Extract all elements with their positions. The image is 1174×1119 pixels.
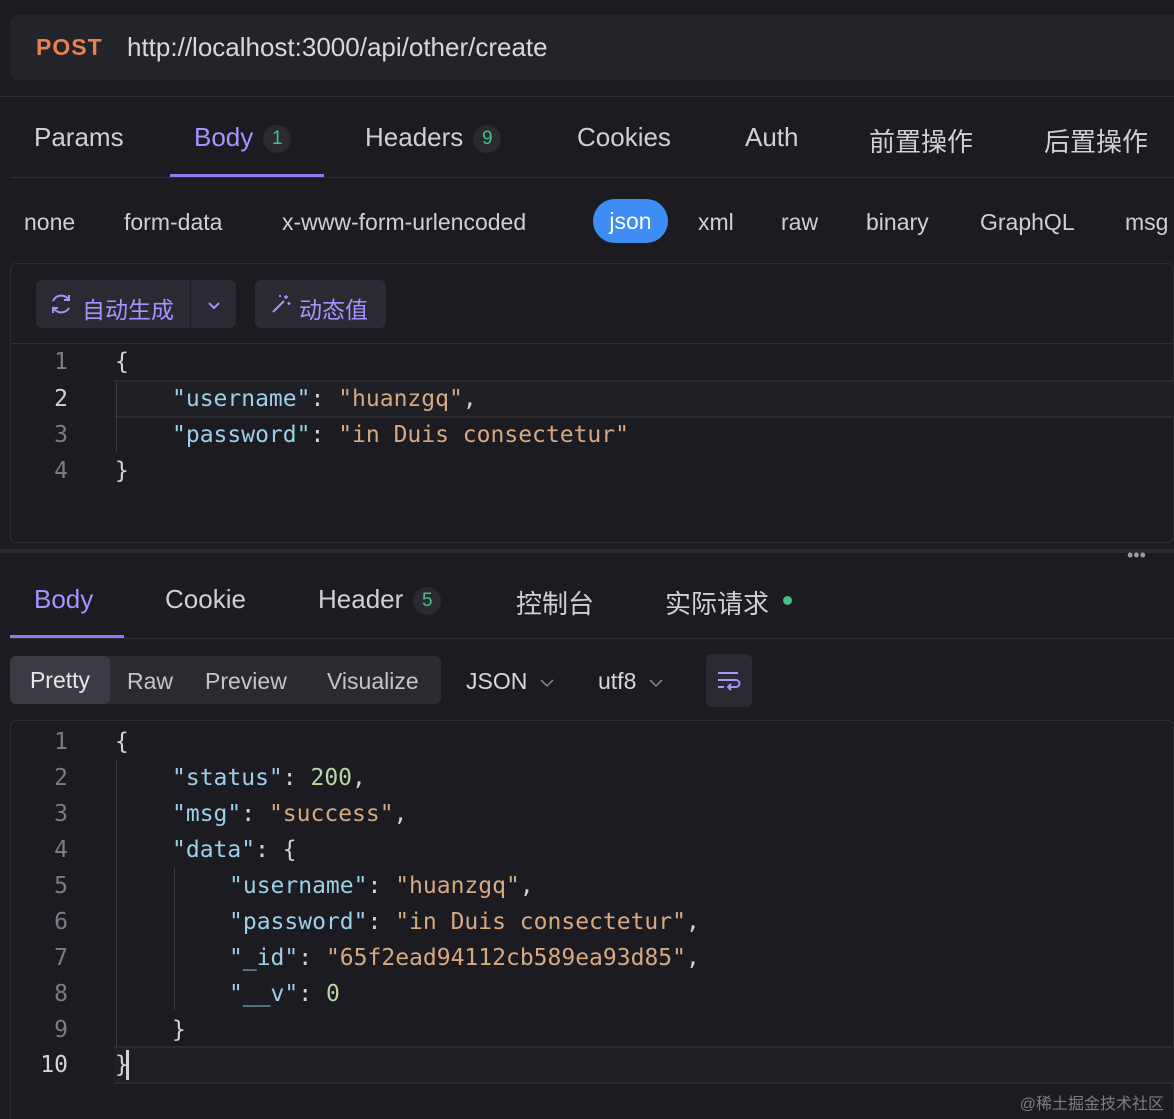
view-visualize[interactable]: Visualize (327, 668, 419, 695)
view-raw[interactable]: Raw (127, 668, 173, 695)
body-type-raw[interactable]: raw (781, 209, 818, 236)
tab-auth[interactable]: Auth (745, 122, 799, 153)
tab-pre-request[interactable]: 前置操作 (869, 122, 973, 159)
line-number: 10 (40, 1052, 68, 1078)
word-wrap-icon (718, 672, 741, 691)
response-tab-console[interactable]: 控制台 (516, 584, 594, 621)
code-line: "msg": "success", (172, 801, 408, 827)
body-count-badge: 1 (263, 125, 292, 154)
dynamic-value-label: 动态值 (299, 297, 368, 323)
line-number: 4 (54, 837, 68, 863)
body-type-urlencoded[interactable]: x-www-form-urlencoded (282, 209, 526, 236)
tab-body[interactable]: Body 1 (194, 122, 292, 154)
method-selector[interactable]: POST (36, 34, 103, 61)
code-line: "data": { (172, 837, 297, 863)
body-type-graphql[interactable]: GraphQL (980, 209, 1075, 236)
tab-post-request[interactable]: 后置操作 (1044, 122, 1148, 159)
code-line: "_id": "65f2ead94112cb589ea93d85", (229, 945, 700, 971)
response-tab-cookie[interactable]: Cookie (165, 584, 246, 615)
watermark: @稀土掘金技术社区 (1019, 1096, 1164, 1113)
encoding-select[interactable]: utf8 (598, 668, 665, 695)
code-line: "username": "huanzgq", (229, 873, 534, 899)
body-type-form-data[interactable]: form-data (124, 209, 222, 236)
body-type-json[interactable]: json (593, 199, 668, 243)
more-dots-icon[interactable]: ••• (1127, 546, 1146, 564)
line-number: 3 (54, 422, 68, 448)
dynamic-value-button[interactable]: 动态值 (255, 280, 386, 328)
tab-headers[interactable]: Headers 9 (365, 122, 502, 154)
divider (10, 177, 1174, 178)
code-line: "__v": 0 (229, 981, 340, 1007)
headers-count-badge: 9 (473, 125, 502, 154)
divider (190, 280, 191, 328)
indent-guide (116, 760, 117, 1046)
auto-generate-button[interactable]: 自动生成 (82, 291, 174, 325)
line-number: 2 (54, 386, 68, 412)
code-line: "password": "in Duis consectetur", (229, 909, 700, 935)
line-number: 1 (54, 349, 68, 375)
current-line-highlight (114, 1046, 1174, 1084)
line-number: 6 (54, 909, 68, 935)
line-number: 4 (54, 458, 68, 484)
refresh-icon (48, 291, 74, 323)
line-number: 7 (54, 945, 68, 971)
body-type-msgpack[interactable]: msg (1125, 209, 1168, 236)
divider (0, 96, 1174, 97)
indent-guide (174, 868, 175, 1010)
word-wrap-button[interactable] (706, 654, 752, 707)
chevron-down-icon (540, 679, 554, 687)
magic-wand-icon (269, 292, 293, 322)
line-number: 2 (54, 765, 68, 791)
tab-params[interactable]: Params (34, 122, 124, 153)
status-dot (783, 596, 792, 605)
code-line: } (115, 458, 129, 484)
view-preview[interactable]: Preview (205, 668, 287, 695)
code-line: "username": "huanzgq", (172, 386, 477, 412)
code-line: "status": 200, (172, 765, 366, 791)
response-tab-body[interactable]: Body (34, 584, 93, 615)
code-line: { (115, 349, 129, 375)
body-type-xml[interactable]: xml (698, 209, 734, 236)
body-type-none[interactable]: none (24, 209, 75, 236)
code-line: } (172, 1017, 186, 1043)
divider (10, 638, 1174, 639)
response-tab-header[interactable]: Header 5 (318, 584, 442, 616)
chevron-down-icon (649, 679, 663, 687)
body-type-binary[interactable]: binary (866, 209, 929, 236)
tab-cookies[interactable]: Cookies (577, 122, 671, 153)
indent-guide (116, 382, 117, 452)
header-count-badge: 5 (413, 587, 442, 616)
line-number: 9 (54, 1017, 68, 1043)
code-line: } (115, 1052, 129, 1078)
divider (11, 343, 1174, 344)
code-line: "password": "in Duis consectetur" (172, 422, 629, 448)
format-select[interactable]: JSON (466, 668, 556, 695)
line-number: 1 (54, 729, 68, 755)
auto-generate-group: 自动生成 (36, 280, 236, 328)
line-number: 5 (54, 873, 68, 899)
line-number: 8 (54, 981, 68, 1007)
line-number: 3 (54, 801, 68, 827)
view-pretty[interactable]: Pretty (10, 656, 110, 704)
pane-splitter[interactable] (0, 549, 1174, 553)
chevron-down-icon[interactable] (204, 294, 224, 321)
response-tab-actual-request[interactable]: 实际请求 (665, 584, 769, 621)
code-line: { (115, 729, 129, 755)
url-input[interactable]: http://localhost:3000/api/other/create (127, 32, 548, 63)
